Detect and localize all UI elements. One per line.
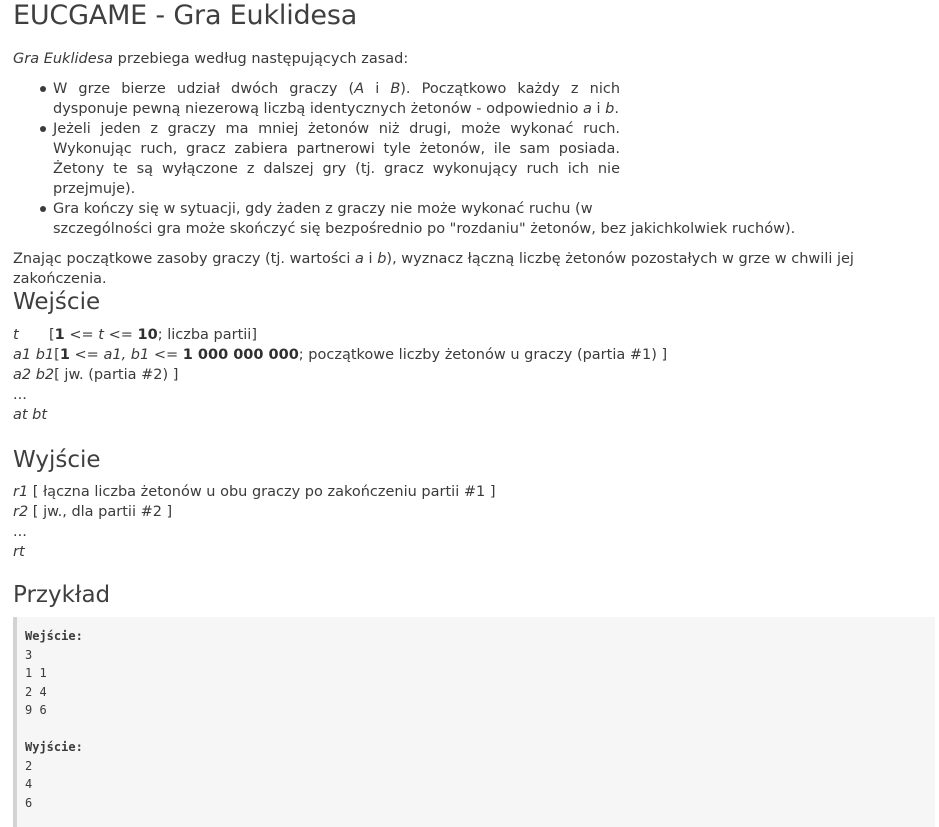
input-row-ellipsis: ... bbox=[13, 387, 27, 403]
le-sign: <= bbox=[69, 347, 104, 363]
input-desc: [ jw. (partia #2) ] bbox=[54, 367, 179, 383]
bound-min: 1 bbox=[59, 347, 70, 363]
output-var: r1 bbox=[13, 484, 29, 500]
example-input-line: 1 1 bbox=[25, 666, 47, 680]
intro-paragraph: Gra Euklidesa przebiega według następują… bbox=[13, 49, 408, 69]
summary-a-var: a bbox=[355, 251, 364, 267]
rule-3-line-1: Gra kończy się w sytuacji, gdy żaden z g… bbox=[53, 201, 593, 217]
bound-min: 1 bbox=[54, 327, 65, 343]
example-input-line: 9 6 bbox=[25, 703, 47, 717]
input-heading: Wejście bbox=[13, 289, 101, 315]
output-row-r2: r2 [ jw., dla partii #2 ] bbox=[13, 502, 495, 522]
output-var: r2 bbox=[13, 504, 29, 520]
player-a-var: A bbox=[354, 81, 365, 97]
bound-max: 1 000 000 000 bbox=[182, 347, 299, 363]
intro-italic: Gra Euklidesa bbox=[13, 51, 114, 67]
summary-pre: Znając początkowe zasoby graczy (tj. war… bbox=[13, 251, 356, 267]
input-row-a1b1: a1 b1[1 <= a1, b1 <= 1 000 000 000; pocz… bbox=[13, 345, 667, 365]
input-desc: ; początkowe liczby żetonów u graczy (pa… bbox=[298, 347, 668, 363]
output-spec: r1 [ łączna liczba żetonów u obu graczy … bbox=[13, 482, 495, 562]
output-desc: [ łączna liczba żetonów u obu graczy po … bbox=[28, 484, 496, 500]
output-desc: [ jw., dla partii #2 ] bbox=[28, 504, 173, 520]
summary-mid: i bbox=[363, 251, 378, 267]
count-b-var: b bbox=[605, 101, 615, 117]
le-sign: <= bbox=[149, 347, 183, 363]
input-var: t bbox=[13, 327, 19, 343]
rules-list: W grze bierze udział dwóch graczy (A i B… bbox=[13, 79, 795, 239]
page-title: EUCGAME - Gra Euklidesa bbox=[13, 0, 358, 31]
player-b-var: B bbox=[390, 81, 401, 97]
output-row-ellipsis: ... bbox=[13, 524, 27, 540]
example-input-line: 2 4 bbox=[25, 684, 47, 699]
le-sign: <= bbox=[103, 327, 138, 343]
rule-1-text-b: i bbox=[364, 81, 391, 97]
summary-paragraph: Znając początkowe zasoby graczy (tj. war… bbox=[13, 249, 939, 289]
output-row-rt: rt bbox=[13, 544, 25, 560]
example-output-line: 6 bbox=[25, 795, 33, 810]
input-row-t: t [1 <= t <= 10; liczba partii] bbox=[13, 325, 667, 345]
input-row-a2b2: a2 b2[ jw. (partia #2) ] bbox=[13, 365, 667, 385]
output-row-r1: r1 [ łączna liczba żetonów u obu graczy … bbox=[13, 482, 495, 502]
example-output-line: 4 bbox=[25, 777, 33, 791]
rule-item-2: Jeżeli jeden z graczy ma mniej żetonów n… bbox=[40, 121, 620, 197]
rule-item-1: W grze bierze udział dwóch graczy (A i B… bbox=[40, 79, 620, 119]
example-output-label: Wyjście: bbox=[25, 740, 83, 754]
example-heading: Przykład bbox=[13, 582, 111, 608]
example-input-label: Wejście: bbox=[25, 629, 83, 643]
problem-page: EUCGAME - Gra Euklidesa Gra Euklidesa pr… bbox=[13, 0, 939, 827]
input-var: a2 b2 bbox=[13, 367, 55, 383]
input-spec: t [1 <= t <= 10; liczba partii] a1 b1[1 <… bbox=[13, 325, 667, 425]
le-sign: <= bbox=[64, 327, 99, 343]
example-output-line: 2 bbox=[25, 758, 33, 773]
example-input-line: 3 bbox=[25, 647, 33, 662]
bound-max: 10 bbox=[137, 327, 158, 343]
input-row-atbt: at bt bbox=[13, 407, 48, 423]
output-heading: Wyjście bbox=[13, 447, 101, 473]
rule-item-3: Gra kończy się w sytuacji, gdy żaden z g… bbox=[40, 199, 795, 239]
rule-1-text-a: W grze bierze udział dwóch graczy ( bbox=[53, 81, 355, 97]
example-blank-line bbox=[25, 720, 935, 739]
input-var: a1 b1 bbox=[13, 347, 55, 363]
input-desc: ; liczba partii] bbox=[157, 327, 257, 343]
example-code-block: Wejście: 3 1 1 2 4 9 6 Wyjście: 2 4 6 bbox=[13, 617, 935, 827]
rule-1-text-d: i bbox=[591, 101, 606, 117]
intro-rest: przebiega według następujących zasad: bbox=[113, 51, 409, 67]
count-a-var: a bbox=[582, 101, 592, 117]
rule-3-line-2: szczególności gra może skończyć się bezp… bbox=[53, 221, 796, 237]
bound-var: a1, b1 bbox=[103, 347, 150, 363]
rule-1-text-e: . bbox=[614, 101, 619, 117]
